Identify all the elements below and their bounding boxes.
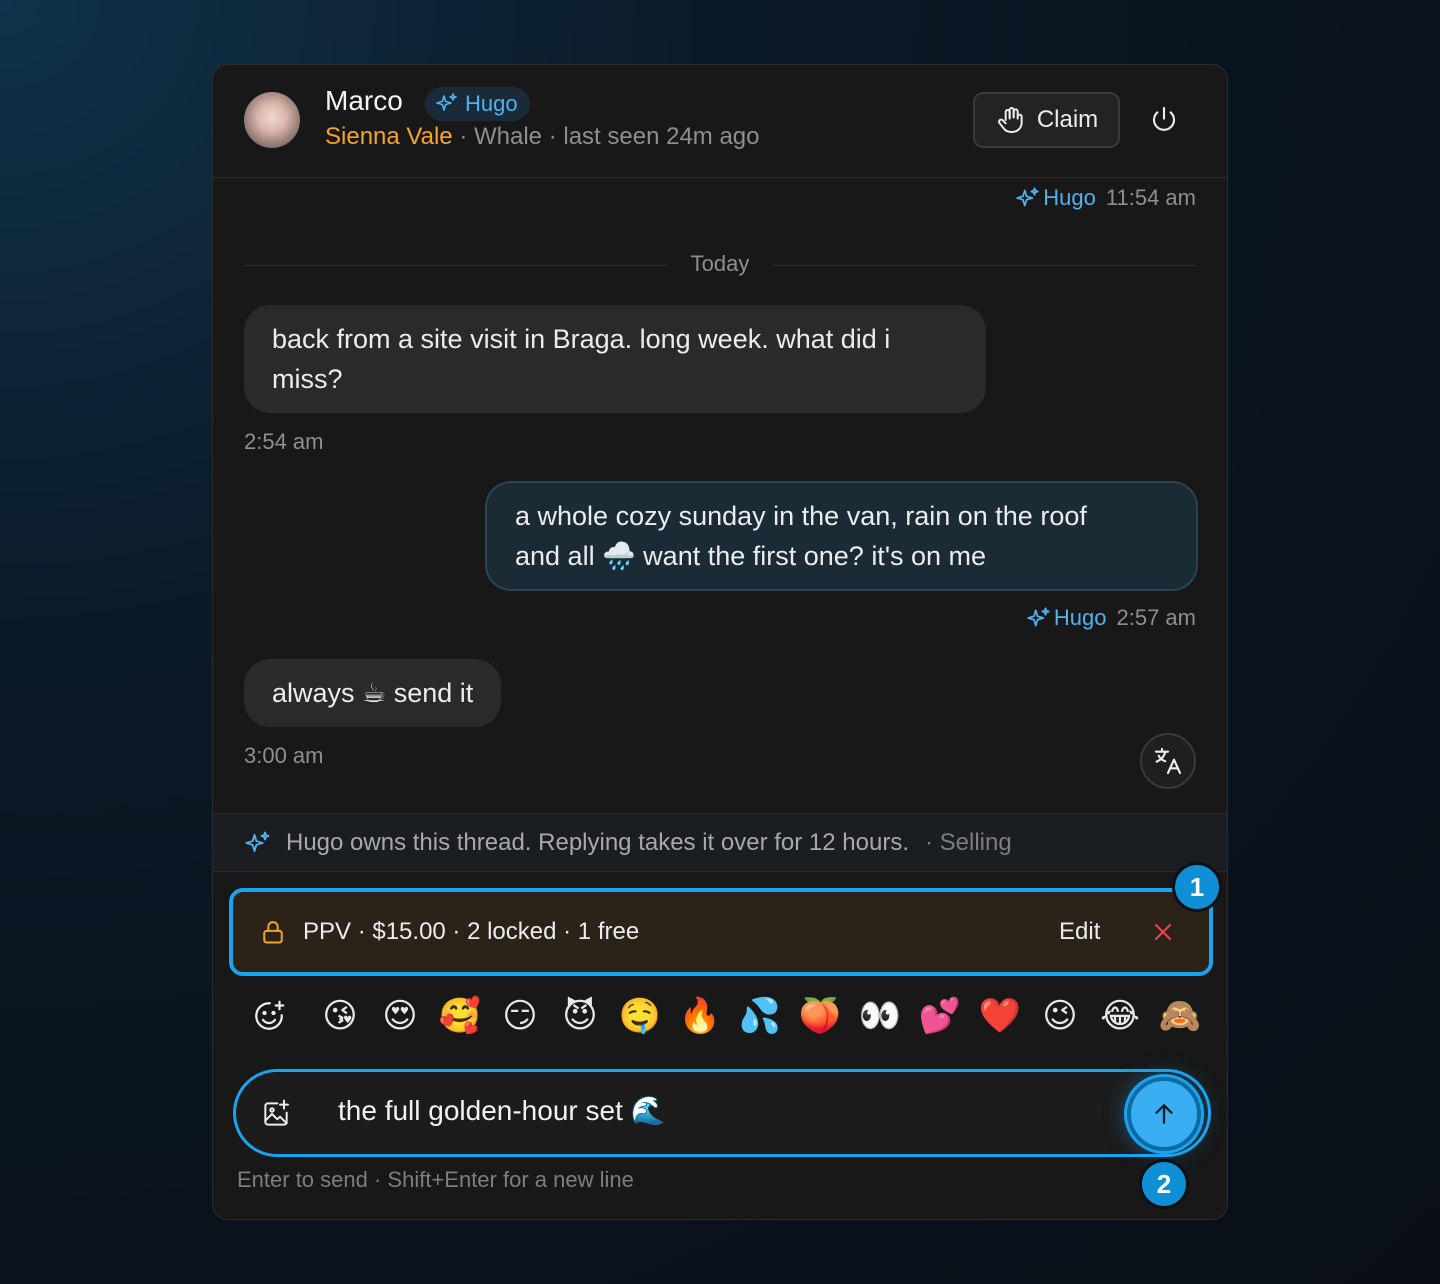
emoji-option[interactable]: 😘 [317,993,363,1039]
close-icon [1155,924,1171,940]
send-button[interactable] [1127,1077,1201,1151]
message-meta-top: Hugo 11:54 am [1015,185,1196,211]
emoji-option[interactable]: 🍑 [797,993,843,1039]
thread-owner-notice: Hugo owns this thread. Replying takes it… [213,813,1227,872]
message-time: 2:57 am [1116,605,1197,630]
composer-input[interactable]: the full golden-hour set 🌊 [338,1094,666,1127]
power-button[interactable] [1145,101,1183,139]
message-composer[interactable]: the full golden-hour set 🌊 [233,1069,1211,1157]
sparkle-icon [1016,187,1039,207]
attach-media-button[interactable] [258,1096,294,1132]
message-text: a whole cozy sunday in the van, rain on … [515,501,1087,531]
sparkle-icon [1027,607,1050,627]
last-seen: last seen 24m ago [563,123,760,150]
ppv-attachment[interactable]: PPV · $15.00 · 2 locked · 1 free Edit [229,888,1213,976]
message-meta: Hugo 2:57 am [1026,605,1196,631]
emoji-add-icon[interactable] [251,998,287,1034]
message-bubble-incoming[interactable]: always ☕ send it [244,659,502,727]
fan-name[interactable]: Sienna Vale [325,123,453,150]
message-bubble-incoming[interactable]: back from a site visit in Braga. long we… [244,305,986,413]
contact-name: Marco [325,85,403,116]
divider-line [774,265,1196,266]
quick-emoji-bar: 😘 😍 🥰 😏 😈 🤤 🔥 💦 🍑 👀 💕 ❤️ 😉 😂 🙈 [213,993,1227,1039]
emoji-option[interactable]: 👀 [857,993,903,1039]
chat-header: Marco Hugo Sienna Vale · Whale · last se… [213,65,1227,178]
message-text: back from a site visit in Braga. long we… [272,324,891,394]
emoji-option[interactable]: 😉 [1037,993,1083,1039]
image-add-icon [264,1099,289,1126]
meta-agent: Hugo [1026,605,1107,631]
sparkle-icon [245,831,270,852]
emoji-option[interactable]: ❤️ [977,993,1023,1039]
claim-label: Claim [1036,106,1099,133]
translate-button[interactable] [1140,733,1196,789]
callout-badge-1: 1 [1172,862,1222,912]
ppv-edit-button[interactable]: Edit [1059,892,1100,972]
owner-mode: · Selling [925,828,1012,856]
translate-icon [1154,747,1182,775]
avatar[interactable] [244,92,300,148]
emoji-option[interactable]: 💦 [737,993,783,1039]
emoji-option[interactable]: 🔥 [677,993,723,1039]
message-time: 11:54 am [1105,185,1196,210]
emoji-option[interactable]: 😏 [497,993,543,1039]
agent-badge: Hugo [425,87,530,121]
message-bubble-outgoing[interactable]: a whole cozy sunday in the van, rain on … [485,481,1198,591]
callout-badge-2: 2 [1139,1159,1189,1209]
chat-panel: Marco Hugo Sienna Vale · Whale · last se… [212,64,1228,1220]
divider-label: Today [690,251,750,276]
message-time: 2:54 am [244,429,324,454]
emoji-option[interactable]: 🙈 [1157,993,1203,1039]
fan-tier: Whale [474,123,543,150]
power-icon [1152,106,1176,131]
emoji-option[interactable]: 💕 [917,993,963,1039]
ppv-summary: PPV · $15.00 · 2 locked · 1 free [303,918,640,945]
owner-notice-text: Hugo owns this thread. Replying takes it… [286,828,909,856]
sparkle-icon [436,93,457,111]
emoji-option[interactable]: 🥰 [437,993,483,1039]
claim-button[interactable]: Claim [973,92,1120,148]
emoji-option[interactable]: 😈 [557,993,603,1039]
date-divider: Today [244,251,1196,279]
hand-icon [997,107,1023,133]
message-text: always ☕ send it [272,678,474,708]
ppv-remove-button[interactable] [1147,916,1179,948]
agent-badge-label: Hugo [465,91,518,116]
arrow-up-icon [1155,1104,1173,1124]
emoji-option[interactable]: 🤤 [617,993,663,1039]
lock-icon [263,921,283,944]
meta-agent: Hugo [1015,185,1096,211]
contact-subtitle: Sienna Vale · Whale · last seen 24m ago [325,123,760,150]
message-time: 3:00 am [244,743,324,768]
emoji-option[interactable]: 😍 [377,993,423,1039]
message-text: and all 🌧️ want the first one? it's on m… [515,541,987,571]
emoji-option[interactable]: 😂 [1097,993,1143,1039]
composer-hint: Enter to send · Shift+Enter for a new li… [237,1167,634,1192]
